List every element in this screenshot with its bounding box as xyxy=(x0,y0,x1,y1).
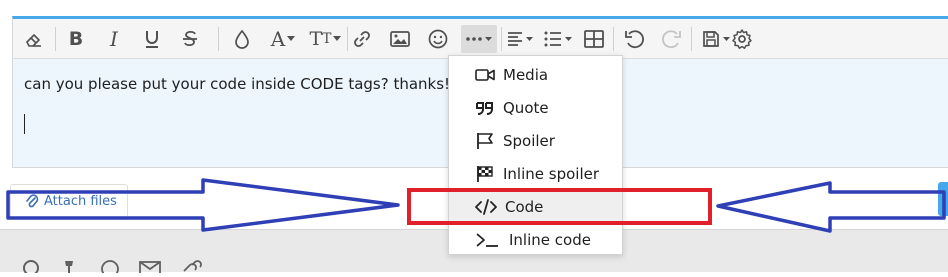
undo-icon[interactable] xyxy=(621,25,647,53)
font-size-icon[interactable]: TT xyxy=(307,25,343,53)
link-icon[interactable] xyxy=(180,258,202,277)
menu-item-label: Spoiler xyxy=(503,131,555,150)
thumbtack-icon[interactable] xyxy=(61,258,77,277)
envelope-icon[interactable] xyxy=(138,258,162,277)
page-top-strip xyxy=(0,0,948,16)
smilie-icon[interactable] xyxy=(425,25,451,53)
italic-icon[interactable]: I xyxy=(101,25,127,53)
toolbar-separator xyxy=(347,27,348,51)
menu-item-inline-code[interactable]: Inline code xyxy=(449,223,622,256)
attach-files-button[interactable]: Attach files xyxy=(10,184,128,218)
paperclip-icon xyxy=(26,194,39,208)
toolbar-separator xyxy=(691,27,692,51)
toolbar-separator xyxy=(501,27,502,51)
insert-menu-dropdown: Media Quote Spoiler Inline spoiler Code … xyxy=(448,55,623,255)
image-icon[interactable] xyxy=(387,25,413,53)
toolbar-separator xyxy=(218,27,219,51)
menu-item-quote[interactable]: Quote xyxy=(449,91,622,124)
menu-item-label: Media xyxy=(503,65,549,84)
message-text: can you please put your code inside CODE… xyxy=(24,75,451,93)
attach-files-label: Attach files xyxy=(44,193,117,209)
more-options-icon[interactable] xyxy=(461,25,497,53)
text-color-icon[interactable] xyxy=(229,25,255,53)
menu-item-label: Inline code xyxy=(509,230,591,249)
checkered-flag-icon xyxy=(477,165,493,182)
video-icon xyxy=(475,68,495,81)
toolbar-separator xyxy=(613,27,614,51)
drafts-icon[interactable] xyxy=(699,25,733,53)
table-icon[interactable] xyxy=(581,25,607,53)
underline-icon[interactable] xyxy=(139,25,165,53)
strikethrough-icon[interactable] xyxy=(177,25,203,53)
text-caret xyxy=(24,114,25,134)
post-reply-button[interactable] xyxy=(938,182,948,216)
redo-icon[interactable] xyxy=(659,25,685,53)
quote-icon xyxy=(476,101,493,115)
bold-icon[interactable]: B xyxy=(63,25,89,53)
font-family-icon[interactable]: A xyxy=(265,25,301,53)
menu-item-label: Quote xyxy=(503,98,549,117)
menu-item-spoiler[interactable]: Spoiler xyxy=(449,124,622,157)
editor-toolbar: B I A TT xyxy=(13,19,948,59)
menu-item-code[interactable]: Code xyxy=(449,190,622,223)
menu-item-media[interactable]: Media xyxy=(449,58,622,91)
code-icon xyxy=(475,198,497,215)
terminal-icon xyxy=(476,232,498,247)
eraser-icon[interactable] xyxy=(21,25,47,53)
align-icon[interactable] xyxy=(503,25,537,53)
flag-icon xyxy=(477,132,493,149)
menu-item-inline-spoiler[interactable]: Inline spoiler xyxy=(449,157,622,190)
clock-icon[interactable] xyxy=(100,258,120,277)
circle-icon[interactable] xyxy=(22,258,40,277)
link-icon[interactable] xyxy=(349,25,375,53)
list-icon[interactable] xyxy=(541,25,575,53)
menu-item-label: Code xyxy=(505,197,544,216)
toolbar-separator xyxy=(55,27,56,51)
right-arrow xyxy=(716,181,946,233)
menu-item-label: Inline spoiler xyxy=(503,164,600,183)
settings-icon[interactable] xyxy=(729,25,755,53)
